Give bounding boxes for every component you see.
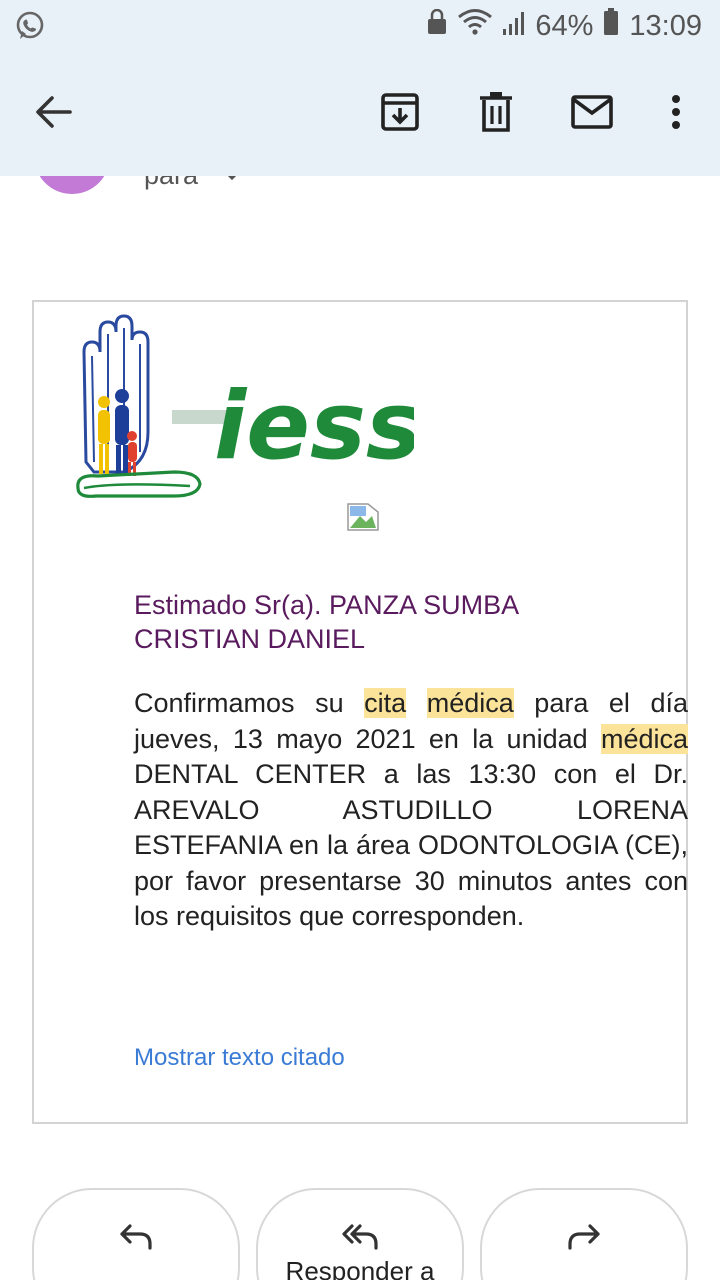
reply-all-icon xyxy=(342,1222,378,1252)
highlight-term: cita xyxy=(364,688,407,718)
greeting-text: Estimado Sr(a). PANZA SUMBA CRISTIAN DAN… xyxy=(134,590,518,654)
message-card: iess Estimado Sr(a). PANZA SUMBA CRISTIA… xyxy=(32,300,688,1124)
battery-percent: 64% xyxy=(535,9,594,42)
app-bar xyxy=(0,60,720,164)
reply-icon xyxy=(118,1222,154,1252)
lock-icon xyxy=(427,8,447,43)
iess-wordmark: iess xyxy=(214,372,414,481)
message-body: Confirmamos su cita médica para el día j… xyxy=(134,686,688,935)
body-segment xyxy=(406,688,427,718)
top-bar: 64% 13:09 xyxy=(0,0,720,176)
reply-all-button[interactable]: Responder a xyxy=(256,1188,464,1280)
broken-image-icon xyxy=(346,502,380,532)
signal-icon xyxy=(503,10,525,43)
archive-icon[interactable] xyxy=(376,88,424,136)
whatsapp-icon xyxy=(14,10,46,42)
iess-logo: iess xyxy=(74,312,422,498)
battery-icon xyxy=(603,8,619,44)
reply-all-label: Responder a xyxy=(285,1256,435,1280)
trash-icon[interactable] xyxy=(472,88,520,136)
status-right: 64% 13:09 xyxy=(427,8,702,44)
highlight-term: médica xyxy=(600,723,688,754)
show-quoted-text-link[interactable]: Mostrar texto citado xyxy=(134,1044,345,1072)
clock: 13:09 xyxy=(629,9,702,42)
forward-icon xyxy=(566,1222,602,1252)
body-segment: DENTAL CENTER a las 13:30 con el Dr. ARE… xyxy=(134,759,688,931)
status-bar: 64% 13:09 xyxy=(0,0,720,52)
mail-icon[interactable] xyxy=(568,88,616,136)
forward-button[interactable] xyxy=(480,1188,688,1280)
wifi-icon xyxy=(457,8,493,44)
more-vert-icon[interactable] xyxy=(652,88,700,136)
reply-button[interactable] xyxy=(32,1188,240,1280)
back-arrow-icon[interactable] xyxy=(30,88,78,136)
body-segment: Confirmamos su xyxy=(134,688,365,718)
highlight-term: médica xyxy=(426,688,514,718)
